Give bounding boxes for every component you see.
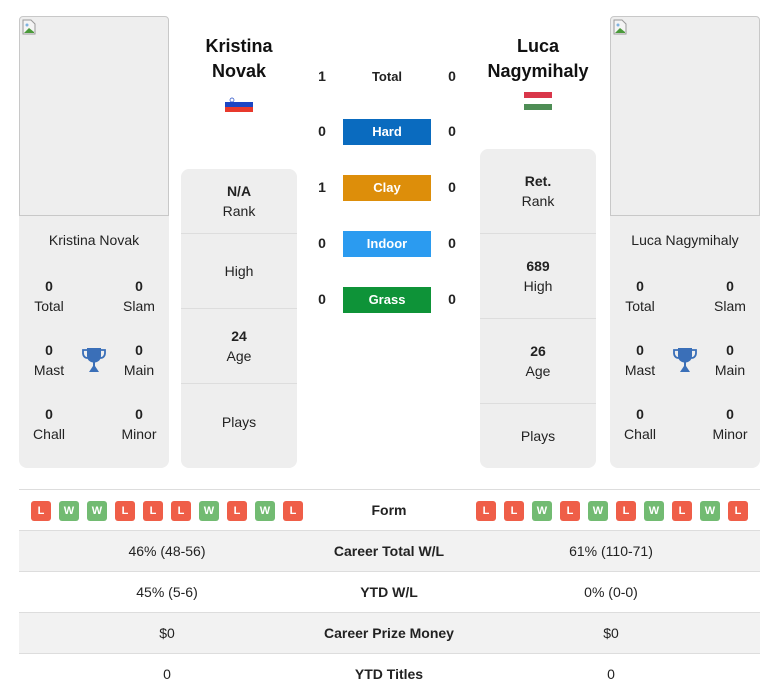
- form-loss-badge[interactable]: L: [616, 501, 636, 521]
- form-loss-badge[interactable]: L: [672, 501, 692, 521]
- form-win-badge[interactable]: W: [199, 501, 219, 521]
- player2-titles-slam: 0 Slam: [714, 278, 746, 314]
- form-loss-badge[interactable]: L: [31, 501, 51, 521]
- broken-image-icon: [613, 19, 627, 35]
- player2-age: 26 Age: [480, 319, 596, 404]
- form-loss-badge[interactable]: L: [728, 501, 748, 521]
- form-loss-badge[interactable]: L: [504, 501, 524, 521]
- form-loss-badge[interactable]: L: [283, 501, 303, 521]
- player2-titles-chall: 0 Chall: [624, 406, 656, 442]
- player1-titles-card: Kristina Novak 0 Total 0 Slam 0 Mast 0 Main …: [19, 216, 169, 468]
- surface-clay-badge: Clay: [343, 175, 431, 201]
- hungary-flag-icon: [524, 92, 552, 110]
- player2-form-badges: LLWLWLWLWL: [476, 501, 748, 521]
- player1-name-header[interactable]: Kristina Novak: [159, 34, 319, 84]
- form-loss-badge[interactable]: L: [560, 501, 580, 521]
- surface-hard-badge: Hard: [343, 119, 431, 145]
- player1-titles-total: 0 Total: [34, 278, 64, 314]
- player1-titles-main: 0 Main: [123, 342, 155, 378]
- h2h-hard-row: 0 Hard 0: [310, 119, 465, 145]
- player2-name: Luca Nagymihaly: [631, 232, 739, 248]
- player1-age: 24 Age: [181, 309, 297, 384]
- form-row: LWWLLLWLWL Form LLWLWLWLWL: [19, 489, 760, 530]
- h2h-indoor-row: 0 Indoor 0: [310, 231, 465, 257]
- form-win-badge[interactable]: W: [87, 501, 107, 521]
- player2-plays: Plays: [520, 428, 556, 444]
- h2h-total-label: Total: [371, 69, 403, 84]
- form-win-badge[interactable]: W: [700, 501, 720, 521]
- player1-titles-chall: 0 Chall: [33, 406, 65, 442]
- player2-titles-minor: 0 Minor: [712, 406, 748, 442]
- form-win-badge[interactable]: W: [588, 501, 608, 521]
- player1-titles-slam: 0 Slam: [123, 278, 155, 314]
- stat-row-ytd-wl: 45% (5-6) YTD W/L 0% (0-0): [19, 571, 760, 612]
- form-label: Form: [371, 502, 407, 518]
- form-loss-badge[interactable]: L: [171, 501, 191, 521]
- h2h-clay-row: 1 Clay 0: [310, 175, 465, 201]
- player2-photo: [610, 16, 760, 216]
- player2-titles-card: Luca Nagymihaly 0 Total 0 Slam 0 Mast 0 Main…: [610, 216, 760, 468]
- form-win-badge[interactable]: W: [644, 501, 664, 521]
- player2-titles-main: 0 Main: [714, 342, 746, 378]
- player2-name-header[interactable]: Luca Nagymihaly: [458, 34, 618, 84]
- form-loss-badge[interactable]: L: [476, 501, 496, 521]
- player2-rank: Ret. Rank: [480, 149, 596, 234]
- form-loss-badge[interactable]: L: [227, 501, 247, 521]
- player1-photo: [19, 16, 169, 216]
- surface-indoor-badge: Indoor: [343, 231, 431, 257]
- stat-row-career-total: 46% (48-56) Career Total W/L 61% (110-71…: [19, 530, 760, 571]
- trophy-icon: [82, 348, 106, 372]
- broken-image-icon: [22, 19, 36, 35]
- form-loss-badge[interactable]: L: [115, 501, 135, 521]
- slovenia-flag-icon: [225, 97, 253, 112]
- surface-grass-badge: Grass: [343, 287, 431, 313]
- player1-titles-mast: 0 Mast: [33, 342, 65, 378]
- player2-titles-mast: 0 Mast: [624, 342, 656, 378]
- player1-plays: Plays: [221, 413, 257, 430]
- stat-row-prize-money: $0 Career Prize Money $0: [19, 612, 760, 653]
- h2h-grass-row: 0 Grass 0: [310, 287, 465, 313]
- player1-titles-minor: 0 Minor: [121, 406, 157, 442]
- form-win-badge[interactable]: W: [59, 501, 79, 521]
- player2-info-card: Ret. Rank 689 High 26 Age Plays: [480, 149, 596, 468]
- player1-rank: N/A Rank: [181, 169, 297, 234]
- player1-high: High: [181, 234, 297, 309]
- form-loss-badge[interactable]: L: [143, 501, 163, 521]
- player1-name: Kristina Novak: [48, 232, 140, 248]
- stat-row-ytd-titles: 0 YTD Titles 0: [19, 653, 760, 694]
- form-win-badge[interactable]: W: [255, 501, 275, 521]
- trophy-icon: [673, 348, 697, 372]
- player2-titles-total: 0 Total: [625, 278, 655, 314]
- player2-high: 689 High: [480, 234, 596, 319]
- form-win-badge[interactable]: W: [532, 501, 552, 521]
- player1-info-card: N/A Rank High 24 Age Plays: [181, 169, 297, 468]
- player1-form-badges: LWWLLLWLWL: [31, 501, 303, 521]
- h2h-total-row: 1 Total 0: [310, 64, 465, 90]
